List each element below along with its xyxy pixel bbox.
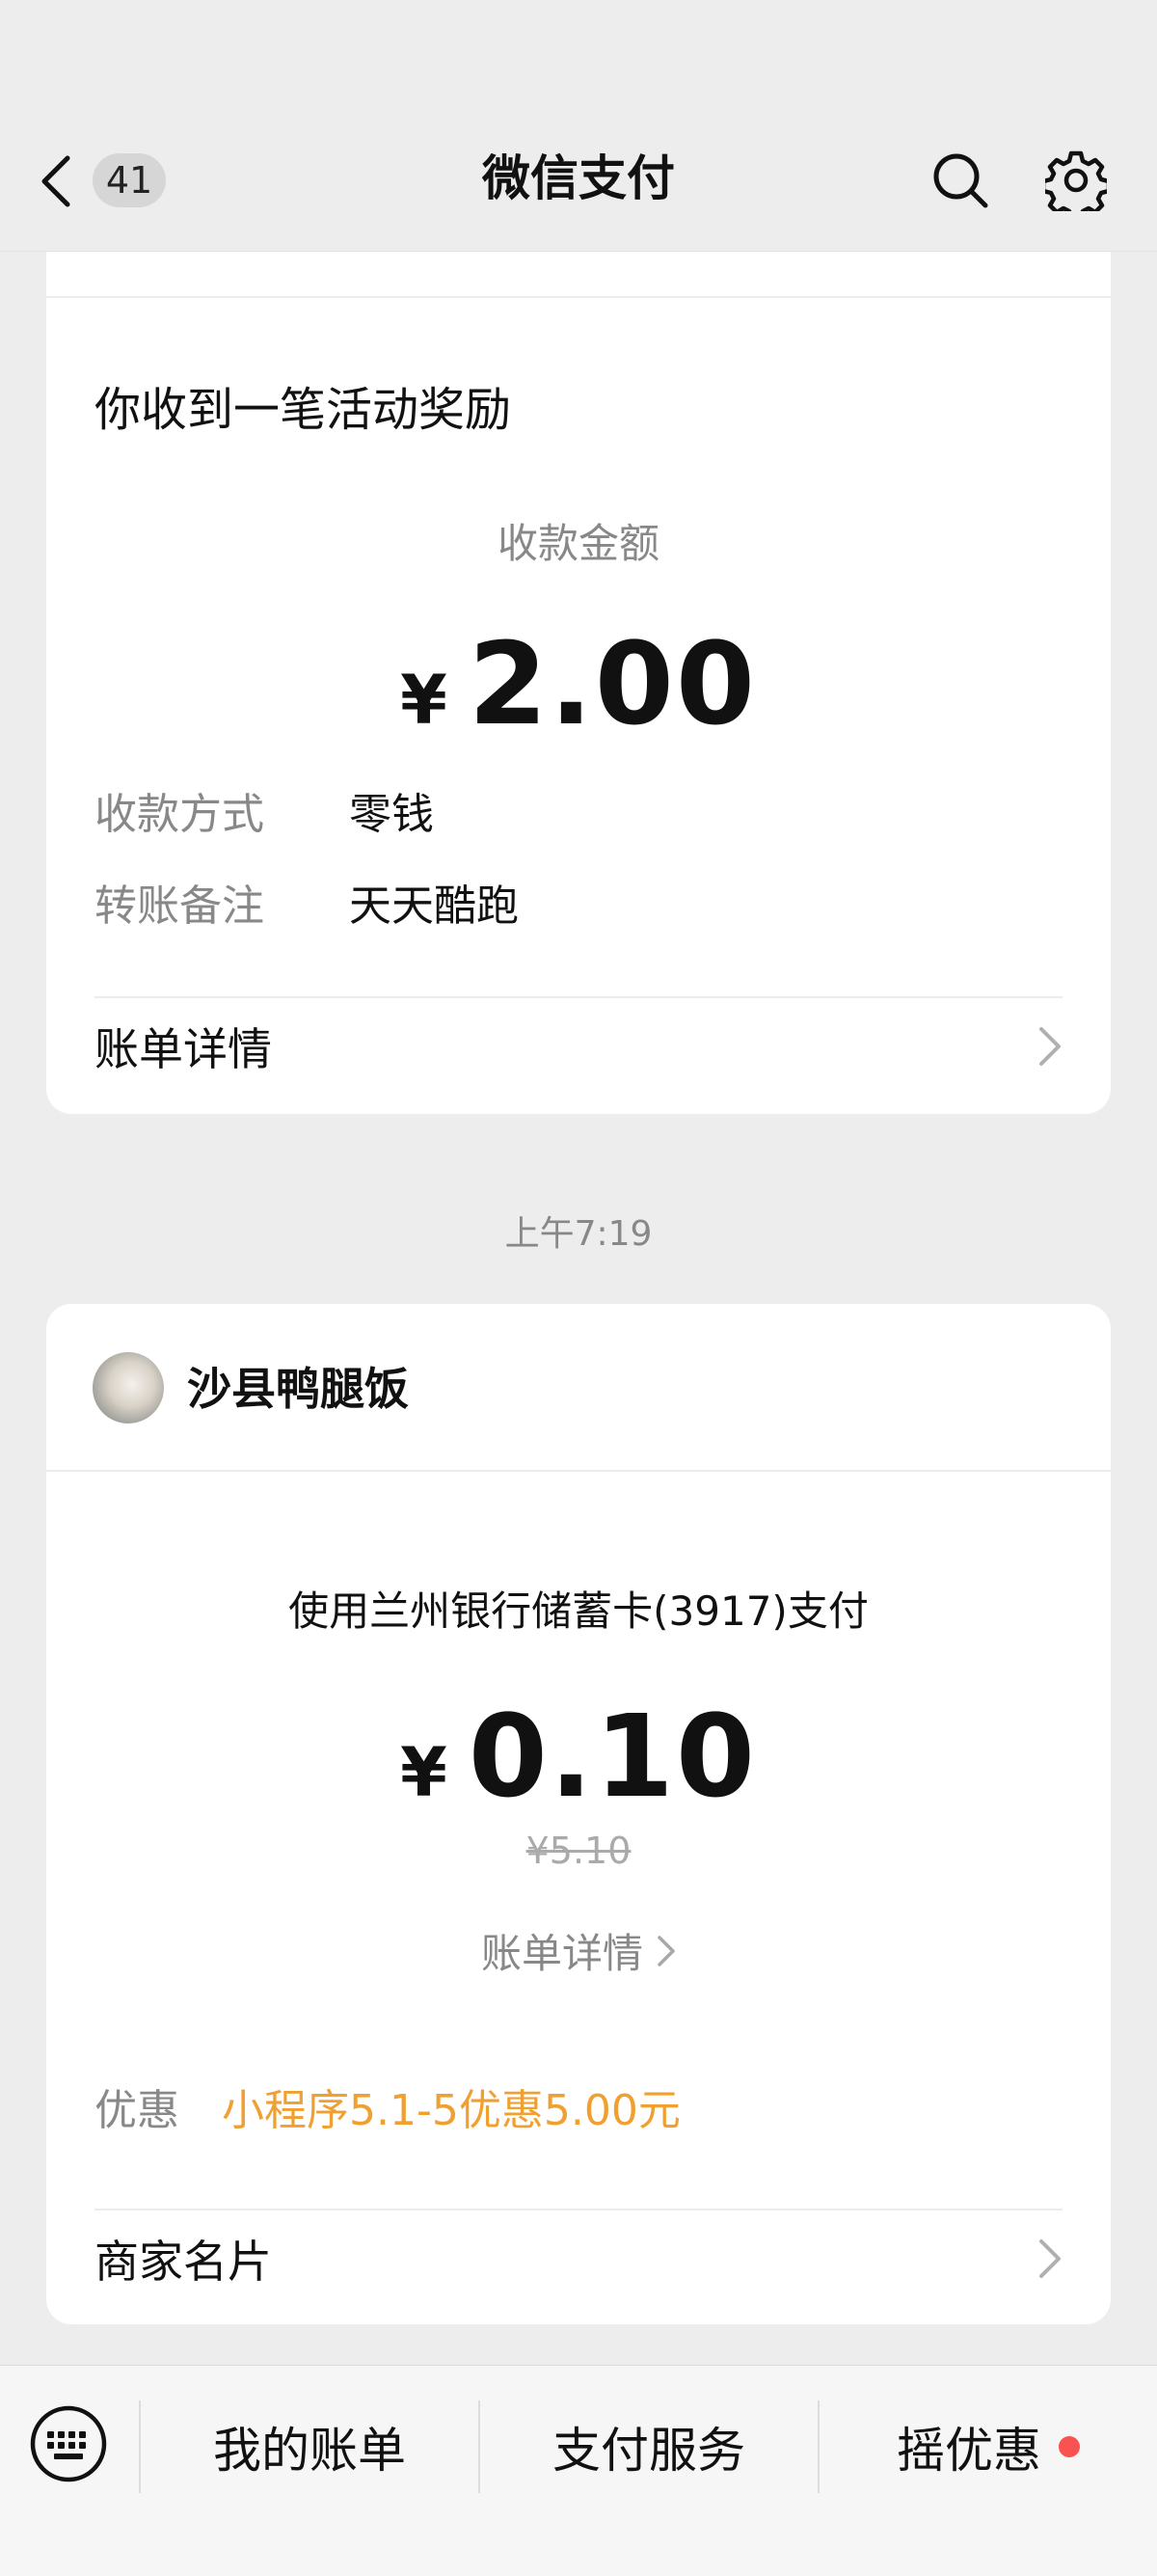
top-nav-bar: 41 微信支付 — [0, 0, 1157, 252]
payment-card: 沙县鸭腿饭 使用兰州银行储蓄卡(3917)支付 ¥ 0.10 ¥5.10 账单详… — [46, 1304, 1111, 2324]
method-label: 收款方式 — [94, 790, 264, 839]
chevron-right-icon — [1039, 2239, 1061, 2278]
method-row: 收款方式 零钱 — [94, 779, 434, 841]
reward-heading: 你收到一笔活动奖励 — [94, 383, 512, 437]
bottom-menu-bar: 我的账单 支付服务 摇优惠 — [0, 2365, 1157, 2576]
amount-value: 2.00 — [468, 617, 757, 750]
keyboard-toggle-button[interactable] — [29, 2404, 108, 2483]
remark-label: 转账备注 — [94, 881, 264, 931]
merchant-card-label: 商家名片 — [94, 2236, 272, 2288]
paid-amount: ¥ 0.10 — [46, 1690, 1111, 1823]
chevron-right-icon — [1039, 1027, 1061, 1066]
currency-symbol: ¥ — [400, 1733, 447, 1812]
amount-value: 0.10 — [468, 1690, 757, 1823]
payment-method: 使用兰州银行储蓄卡(3917)支付 — [288, 1587, 869, 1635]
menu-item-my-bills[interactable]: 我的账单 — [141, 2400, 478, 2493]
discount-value: 小程序5.1-5优惠5.00元 — [222, 2086, 681, 2135]
merchant-avatar[interactable] — [93, 1352, 164, 1424]
menu-item-label: 摇优惠 — [897, 2423, 1041, 2479]
bill-details-label: 账单详情 — [480, 1930, 643, 1977]
reward-card: 你收到一笔活动奖励 收款金额 ¥ 2.00 收款方式 零钱 转账备注 天天酷跑 … — [46, 222, 1111, 1114]
keyboard-icon — [30, 2405, 107, 2482]
discount-row: 优惠 小程序5.1-5优惠5.00元 — [94, 2075, 681, 2137]
settings-button[interactable] — [1040, 149, 1112, 222]
message-timestamp: 上午7:19 — [504, 1214, 653, 1254]
merchant-card-link[interactable]: 商家名片 — [94, 2210, 1063, 2307]
menu-item-payment-services[interactable]: 支付服务 — [480, 2400, 818, 2493]
menu-item-shake-offers[interactable]: 摇优惠 — [820, 2400, 1157, 2493]
bill-details-link[interactable]: 账单详情 — [94, 998, 1063, 1095]
gear-icon — [1040, 150, 1112, 222]
discount-label: 优惠 — [94, 2086, 179, 2135]
menu-item-label: 我的账单 — [213, 2423, 406, 2479]
chevron-right-icon — [658, 1935, 675, 1966]
remark-row: 转账备注 天天酷跑 — [94, 871, 519, 933]
method-value: 零钱 — [349, 790, 434, 839]
card-divider — [46, 296, 1111, 298]
bill-details-label: 账单详情 — [94, 1023, 272, 1075]
card-divider — [46, 1470, 1111, 1472]
menu-item-label: 支付服务 — [552, 2423, 745, 2479]
search-button[interactable] — [929, 149, 991, 211]
search-icon — [933, 153, 988, 208]
amount-label: 收款金额 — [497, 520, 659, 567]
remark-value: 天天酷跑 — [349, 881, 519, 931]
notification-dot — [1059, 2436, 1080, 2457]
bill-details-link[interactable]: 账单详情 — [46, 1921, 1111, 1980]
original-price: ¥5.10 — [525, 1830, 632, 1872]
currency-symbol: ¥ — [400, 661, 447, 740]
received-amount: ¥ 2.00 — [46, 617, 1111, 750]
merchant-name[interactable]: 沙县鸭腿饭 — [187, 1354, 409, 1424]
